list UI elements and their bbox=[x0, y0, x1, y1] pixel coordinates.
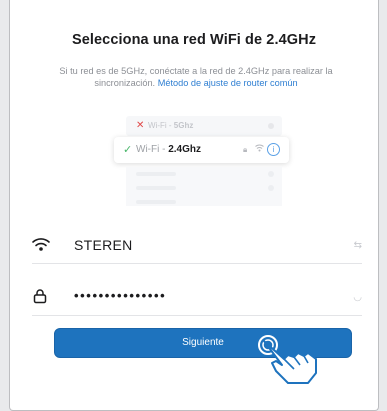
illus-placeholder-row bbox=[126, 195, 282, 206]
illus-row-24ghz-label: Wi-Fi - 2.4Ghz bbox=[136, 144, 202, 155]
page-title: Selecciona una red WiFi de 2.4GHz bbox=[71, 32, 317, 48]
swap-icon[interactable]: ⇆ bbox=[354, 240, 362, 251]
illus-placeholder-row bbox=[126, 167, 282, 181]
pointing-hand-icon bbox=[258, 335, 317, 384]
wifi-icon bbox=[32, 236, 50, 254]
illus-placeholder-row bbox=[126, 181, 282, 195]
eye-closed-icon[interactable]: ◡ bbox=[353, 292, 362, 303]
password-underline bbox=[32, 315, 362, 316]
small-wifi-icon bbox=[255, 144, 264, 154]
router-guide-link[interactable]: Método de ajuste de router común bbox=[158, 78, 298, 88]
lock-icon bbox=[32, 288, 50, 306]
ssid-underline bbox=[32, 263, 362, 264]
ssid-value[interactable]: STEREN bbox=[74, 237, 133, 253]
wifi-band-illustration: ✕ Wi-Fi - 5Ghz ✓ Wi-Fi - 2.4Ghz 🔒︎ i bbox=[114, 112, 289, 208]
password-value[interactable]: ••••••••••••••• bbox=[74, 288, 166, 303]
illus-status-icons: 🔒︎ i bbox=[241, 143, 281, 157]
check-icon: ✓ bbox=[123, 144, 133, 156]
illus-row-5ghz-label: Wi-Fi - 5Ghz bbox=[148, 121, 194, 130]
password-field[interactable]: ••••••••••••••• ◡ bbox=[32, 280, 362, 316]
illus-row-5ghz: ✕ Wi-Fi - 5Ghz bbox=[126, 116, 282, 136]
ssid-field[interactable]: STEREN ⇆ bbox=[32, 228, 362, 264]
illus-row-24ghz: ✓ Wi-Fi - 2.4Ghz 🔒︎ i bbox=[114, 137, 289, 163]
dot-icon bbox=[268, 123, 274, 129]
info-icon: i bbox=[267, 143, 280, 156]
x-icon: ✕ bbox=[136, 120, 145, 131]
wifi-setup-panel: Selecciona una red WiFi de 2.4GHz Si tu … bbox=[9, 0, 379, 411]
subtitle: Si tu red es de 5GHz, conéctate a la red… bbox=[32, 65, 360, 89]
small-lock-icon: 🔒︎ bbox=[243, 145, 248, 154]
